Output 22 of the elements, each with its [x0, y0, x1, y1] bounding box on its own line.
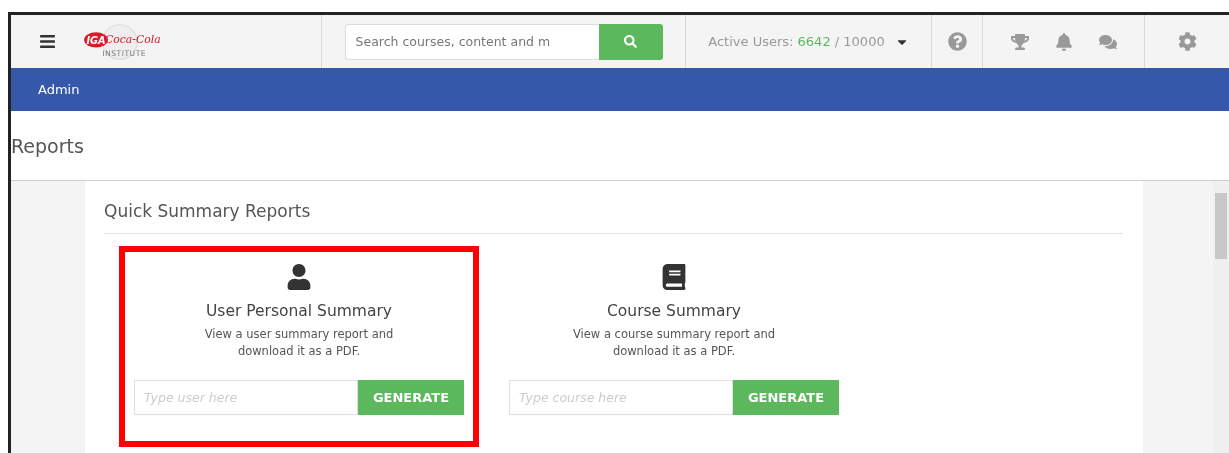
active-users-count: Active Users: 6642 / 10000: [708, 34, 885, 49]
help-icon[interactable]: [947, 32, 967, 51]
trophy-icon[interactable]: [1010, 32, 1029, 51]
card-description: View a user summary report and download it as a PDF.: [203, 326, 395, 360]
page-title: Reports: [11, 134, 84, 157]
book-icon: [661, 264, 687, 290]
menu-icon[interactable]: [38, 33, 56, 50]
card-description: View a course summary report and download it as a PDF.: [571, 326, 777, 360]
chat-icon[interactable]: [1098, 32, 1117, 51]
generate-button[interactable]: GENERATE: [358, 380, 464, 415]
user-icon: [286, 264, 312, 290]
card-title: User Personal Summary: [206, 302, 392, 320]
search-icon: [624, 35, 637, 48]
card-title: Course Summary: [607, 302, 741, 320]
bell-icon[interactable]: [1054, 32, 1073, 51]
nav-link[interactable]: Admin: [38, 82, 80, 97]
generate-button[interactable]: GENERATE: [733, 380, 839, 415]
section-title: Quick Summary Reports: [104, 201, 1123, 234]
search-field[interactable]: Search courses, content and m: [344, 23, 599, 60]
scrollbar[interactable]: [1213, 181, 1229, 453]
settings-icon[interactable]: [1177, 32, 1197, 51]
search-button[interactable]: [598, 23, 663, 60]
